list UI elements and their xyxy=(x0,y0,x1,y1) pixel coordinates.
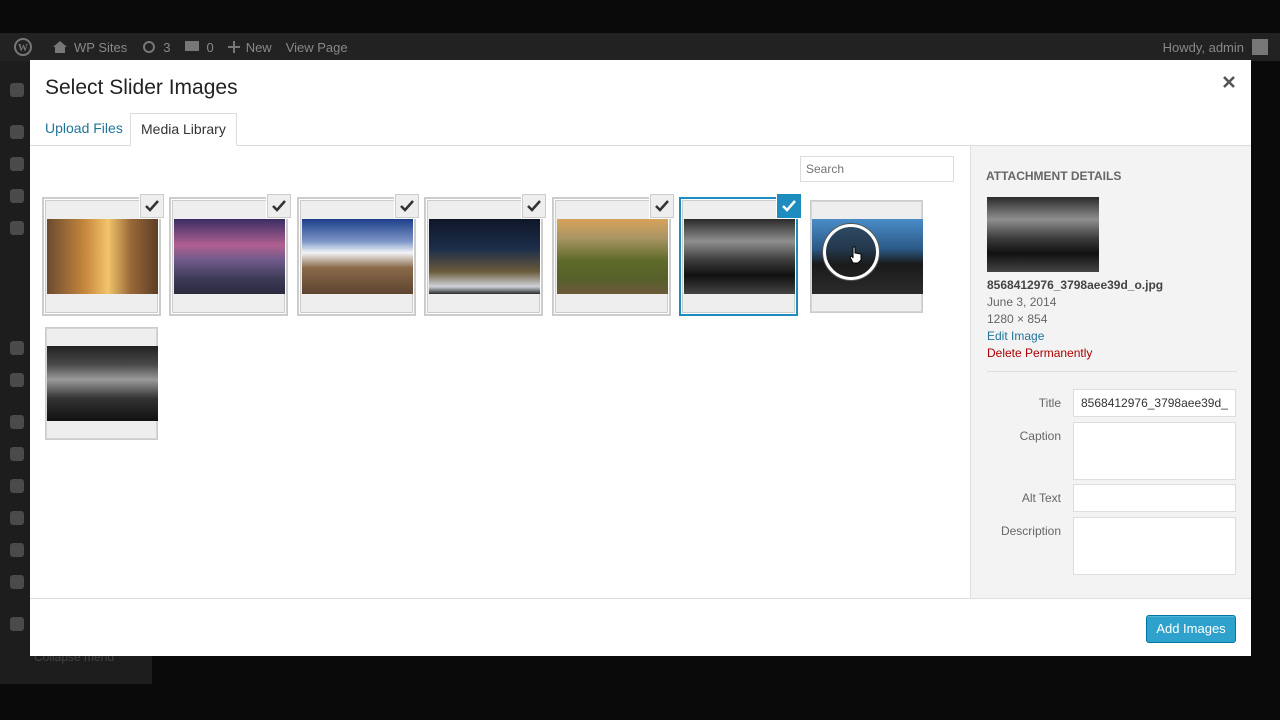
search-input[interactable] xyxy=(800,156,954,182)
alt-text-field[interactable] xyxy=(1073,484,1236,512)
grid-icon[interactable] xyxy=(10,543,24,557)
updates-icon xyxy=(143,41,156,53)
thumbnail-night-sky-landscape[interactable] xyxy=(427,194,546,313)
title-field[interactable] xyxy=(1073,389,1236,417)
caption-field[interactable] xyxy=(1073,422,1236,480)
thumbnail-green-hills-path[interactable] xyxy=(555,194,674,313)
updates-count: 3 xyxy=(163,39,171,55)
attachment-dimensions: 1280 × 854 xyxy=(987,312,1048,326)
hand-cursor-icon xyxy=(849,246,862,264)
admin-bar: W WP Sites 3 0 New View Page Howdy, admi… xyxy=(0,33,1280,61)
alt-text-label: Alt Text xyxy=(1021,491,1061,505)
selected-check[interactable] xyxy=(395,194,419,218)
attachment-details-heading: Attachment Details xyxy=(986,169,1122,183)
thumbnail-bw-pier-tower[interactable] xyxy=(682,194,801,313)
selected-check[interactable] xyxy=(522,194,546,218)
home-icon xyxy=(53,41,67,53)
checkmark-icon xyxy=(272,200,286,212)
admin-bar-view-page[interactable]: View Page xyxy=(286,40,348,55)
modal-toolbar: Add Images xyxy=(30,598,1251,656)
checkmark-icon xyxy=(527,200,541,212)
admin-bar-updates[interactable]: 3 xyxy=(141,40,170,55)
divider xyxy=(987,371,1237,372)
modal-title: Select Slider Images xyxy=(45,76,238,99)
thumbnail-image xyxy=(557,219,668,294)
pages-icon[interactable] xyxy=(10,221,24,235)
thumbnail-image xyxy=(429,219,540,294)
tab-upload-files[interactable]: Upload Files xyxy=(35,113,133,146)
thumbnail-bw-rocky-waves[interactable] xyxy=(45,327,158,440)
attachment-preview xyxy=(987,197,1099,272)
wrench-icon[interactable] xyxy=(10,511,24,525)
media-modal: Select Slider Images Upload Files Media … xyxy=(30,60,1251,656)
checkmark-icon xyxy=(145,200,159,212)
comments-count: 0 xyxy=(206,39,214,55)
tab-media-library[interactable]: Media Library xyxy=(130,113,237,146)
view-page-label: View Page xyxy=(285,39,348,55)
m-logo-icon[interactable] xyxy=(10,617,24,631)
admin-bar-account[interactable]: Howdy, admin xyxy=(1163,33,1268,61)
wordpress-logo-icon[interactable]: W xyxy=(14,38,38,56)
comment-icon xyxy=(185,41,200,51)
admin-bar-comments[interactable]: 0 xyxy=(184,39,214,55)
edit-image-link[interactable]: Edit Image xyxy=(987,329,1044,343)
close-icon xyxy=(1223,76,1235,88)
screen: W WP Sites 3 0 New View Page Howdy, admi… xyxy=(0,0,1280,720)
thumbnail-image xyxy=(684,219,795,294)
thumbnail-purple-sea-driftwood[interactable] xyxy=(172,194,291,313)
thumbnail-image xyxy=(47,346,158,421)
howdy-label: Howdy, admin xyxy=(1162,39,1244,55)
comments-icon[interactable] xyxy=(10,341,24,355)
caption-label: Caption xyxy=(1019,429,1061,443)
selected-check[interactable] xyxy=(267,194,291,218)
checkmark-icon xyxy=(782,200,796,212)
checkmark-icon xyxy=(400,200,414,212)
title-label: Title xyxy=(1038,396,1061,410)
users-icon[interactable] xyxy=(10,479,24,493)
tools-icon[interactable] xyxy=(10,157,24,171)
avatar xyxy=(1252,39,1268,55)
plugins-icon[interactable] xyxy=(10,415,24,429)
admin-bar-new[interactable]: New xyxy=(227,39,272,55)
attachment-details-sidebar: Attachment Details 8568412976_3798aee39d… xyxy=(970,146,1251,598)
description-label: Description xyxy=(1000,524,1061,538)
svg-text:W: W xyxy=(18,43,28,54)
selected-check-active[interactable] xyxy=(777,194,801,218)
checkmark-icon xyxy=(655,200,669,212)
admin-bar-site[interactable]: WP Sites xyxy=(52,40,127,55)
site-name: WP Sites xyxy=(74,39,128,55)
selected-check[interactable] xyxy=(650,194,674,218)
dashboard-icon[interactable] xyxy=(10,83,24,97)
media-icon[interactable] xyxy=(10,189,24,203)
plus-icon xyxy=(227,41,240,53)
thumbnail-colonnade-sunset[interactable] xyxy=(45,194,164,313)
settings-icon[interactable] xyxy=(10,575,24,589)
delete-permanently-link[interactable]: Delete Permanently xyxy=(987,346,1092,360)
close-button[interactable] xyxy=(1221,72,1237,92)
brush-icon[interactable] xyxy=(10,447,24,461)
admin-menu xyxy=(0,61,30,681)
add-images-button[interactable]: Add Images xyxy=(1146,615,1236,643)
appearance-icon[interactable] xyxy=(10,373,24,387)
selected-check[interactable] xyxy=(140,194,164,218)
media-tabs: Upload Files Media Library xyxy=(30,113,1251,146)
cursor-highlight xyxy=(823,224,879,280)
thumbnail-image xyxy=(47,219,158,294)
thumbnail-snowy-mountains[interactable] xyxy=(300,194,419,313)
thumbnail-image xyxy=(302,219,413,294)
posts-icon[interactable] xyxy=(10,125,24,139)
attachment-filename: 8568412976_3798aee39d_o.jpg xyxy=(987,278,1164,292)
new-label: New xyxy=(245,39,272,55)
attachment-date: June 3, 2014 xyxy=(987,295,1057,309)
thumbnail-image xyxy=(174,219,285,294)
description-field[interactable] xyxy=(1073,517,1236,575)
